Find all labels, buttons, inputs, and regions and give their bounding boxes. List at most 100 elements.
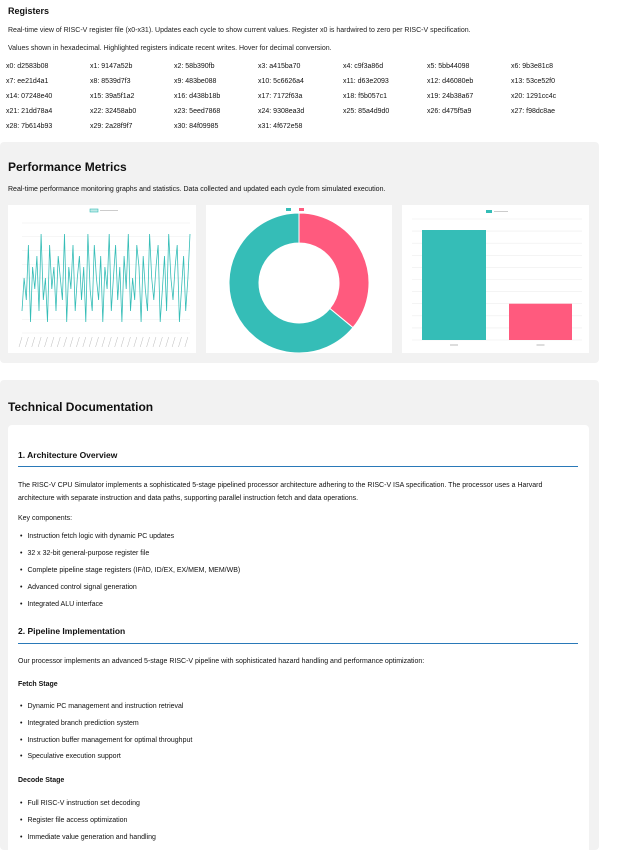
register-value: x18: f5b057c1 bbox=[343, 93, 387, 100]
x-tick-mark bbox=[44, 336, 48, 348]
registers-description: Real-time view of RISC-V register file (… bbox=[8, 27, 471, 34]
pipeline-paragraph: Our processor implements an advanced 5-s… bbox=[18, 658, 425, 665]
decode-stage-heading: Decode Stage bbox=[18, 777, 65, 784]
registers-note: Values shown in hexadecimal. Highlighted… bbox=[8, 45, 332, 52]
register-value: x8: 8539d7f3 bbox=[90, 78, 131, 85]
legend-swatch bbox=[286, 208, 291, 211]
legend-swatch bbox=[486, 210, 492, 213]
performance-section: Performance Metrics Real-time performanc… bbox=[0, 142, 599, 363]
x-tick-mark bbox=[88, 336, 93, 348]
register-value: x10: 5c6626a4 bbox=[258, 78, 304, 85]
pipeline-heading: 2. Pipeline Implementation bbox=[18, 626, 126, 636]
register-value: x21: 21dd78a4 bbox=[6, 108, 53, 115]
list-item: Speculative execution support bbox=[20, 753, 120, 760]
x-tick-mark bbox=[50, 336, 55, 348]
x-tick-mark bbox=[152, 336, 157, 348]
register-value: x5: 5bb44098 bbox=[427, 63, 470, 70]
x-tick-mark bbox=[146, 336, 150, 348]
register-value: x23: 5eed7868 bbox=[174, 108, 221, 115]
x-tick-mark bbox=[108, 336, 112, 348]
legend-swatch bbox=[299, 208, 304, 211]
x-tick-mark bbox=[18, 336, 23, 348]
section-divider bbox=[18, 466, 578, 467]
x-tick-mark bbox=[139, 336, 144, 348]
section-divider bbox=[18, 643, 578, 644]
list-item: Integrated ALU interface bbox=[20, 601, 103, 608]
register-value: x26: d475f5a9 bbox=[427, 108, 472, 115]
register-value: x2: 58b390fb bbox=[174, 63, 215, 70]
line-chart bbox=[18, 208, 191, 348]
register-value: x13: 53ce52f0 bbox=[511, 78, 555, 85]
x-tick-mark bbox=[63, 336, 67, 348]
bar-chart-panel bbox=[402, 205, 589, 353]
performance-description: Real-time performance monitoring graphs … bbox=[8, 186, 386, 193]
legend-swatch bbox=[89, 208, 99, 213]
list-item: Advanced control signal generation bbox=[20, 584, 136, 591]
list-item: Complete pipeline stage registers (IF/ID… bbox=[20, 567, 240, 574]
bar-chart bbox=[412, 210, 582, 346]
register-value: x14: 07248e40 bbox=[6, 93, 53, 100]
x-tick-mark bbox=[171, 336, 176, 348]
x-tick-mark bbox=[76, 336, 80, 348]
bar bbox=[422, 230, 486, 340]
architecture-paragraph: The RISC-V CPU Simulator implements a so… bbox=[18, 482, 543, 502]
list-item: Instruction fetch logic with dynamic PC … bbox=[20, 533, 174, 540]
documentation-card: 1. Architecture Overview The RISC-V CPU … bbox=[8, 425, 589, 865]
key-components-label: Key components: bbox=[18, 515, 73, 522]
register-value: x1: 9147a52b bbox=[90, 63, 133, 70]
x-tick-mark bbox=[133, 336, 138, 348]
register-value: x27: f98dc8ae bbox=[511, 108, 555, 115]
fetch-stage-heading: Fetch Stage bbox=[18, 681, 58, 688]
x-tick-mark bbox=[57, 336, 61, 348]
x-tick-mark bbox=[114, 336, 118, 348]
registers-title: Registers bbox=[8, 6, 50, 16]
x-tick-mark bbox=[82, 336, 87, 348]
x-tick-mark bbox=[31, 336, 35, 348]
register-value: x3: a415ba70 bbox=[258, 63, 301, 70]
register-value: x19: 24b38a67 bbox=[427, 93, 474, 100]
list-item: 32 x 32-bit general-purpose register fil… bbox=[20, 550, 149, 557]
register-value: x0: d2583b08 bbox=[6, 63, 49, 70]
register-value: x6: 9b3e81c8 bbox=[511, 63, 554, 70]
register-value: x22: 32458ab0 bbox=[90, 108, 137, 115]
register-value: x25: 85a4d9d0 bbox=[343, 108, 390, 115]
register-value: x4: c9f3a86d bbox=[343, 63, 384, 70]
register-value: x9: 483be088 bbox=[174, 78, 217, 85]
architecture-heading: 1. Architecture Overview bbox=[18, 450, 118, 460]
register-value: x12: d46080eb bbox=[427, 78, 474, 85]
list-item: Instruction buffer management for optima… bbox=[20, 737, 192, 744]
register-value: x7: ee21d4a1 bbox=[6, 78, 49, 85]
x-tick-mark bbox=[184, 336, 189, 348]
x-tick-mark bbox=[178, 336, 182, 348]
x-tick-mark bbox=[37, 336, 42, 348]
doughnut-slice bbox=[298, 212, 370, 329]
x-tick-mark bbox=[127, 336, 131, 348]
list-item: Full RISC-V instruction set decoding bbox=[20, 800, 139, 807]
list-item: Register file access optimization bbox=[20, 817, 127, 824]
list-item: Dynamic PC management and instruction re… bbox=[20, 703, 183, 710]
register-value: x17: 7172f63a bbox=[258, 93, 303, 100]
register-value: x20: 1291cc4c bbox=[511, 93, 557, 100]
x-tick-mark bbox=[95, 336, 99, 348]
x-tick-mark bbox=[120, 336, 125, 348]
x-tick-mark bbox=[101, 336, 106, 348]
documentation-title: Technical Documentation bbox=[8, 400, 154, 414]
register-value: x24: 9308ea3d bbox=[258, 108, 305, 115]
x-tick-mark bbox=[165, 336, 169, 348]
documentation-section: Technical Documentation 1. Architecture … bbox=[0, 380, 599, 865]
line-chart-panel bbox=[8, 205, 196, 353]
register-value: x30: 84f09985 bbox=[174, 123, 219, 130]
register-value: x16: d438b18b bbox=[174, 93, 221, 100]
register-value: x11: d63e2093 bbox=[343, 78, 389, 85]
doughnut-chart-panel bbox=[206, 205, 392, 354]
x-tick-mark bbox=[69, 336, 74, 348]
performance-title: Performance Metrics bbox=[8, 160, 127, 174]
list-item: Integrated branch prediction system bbox=[20, 720, 138, 727]
register-value: x28: 7b614b93 bbox=[6, 123, 53, 130]
x-tick-mark bbox=[159, 336, 163, 348]
x-tick-mark bbox=[25, 336, 29, 348]
bar bbox=[509, 303, 572, 340]
doughnut-chart bbox=[228, 208, 370, 354]
register-value: x31: 4f672e58 bbox=[258, 123, 303, 130]
registers-section: Registers Real-time view of RISC-V regis… bbox=[0, 0, 600, 135]
